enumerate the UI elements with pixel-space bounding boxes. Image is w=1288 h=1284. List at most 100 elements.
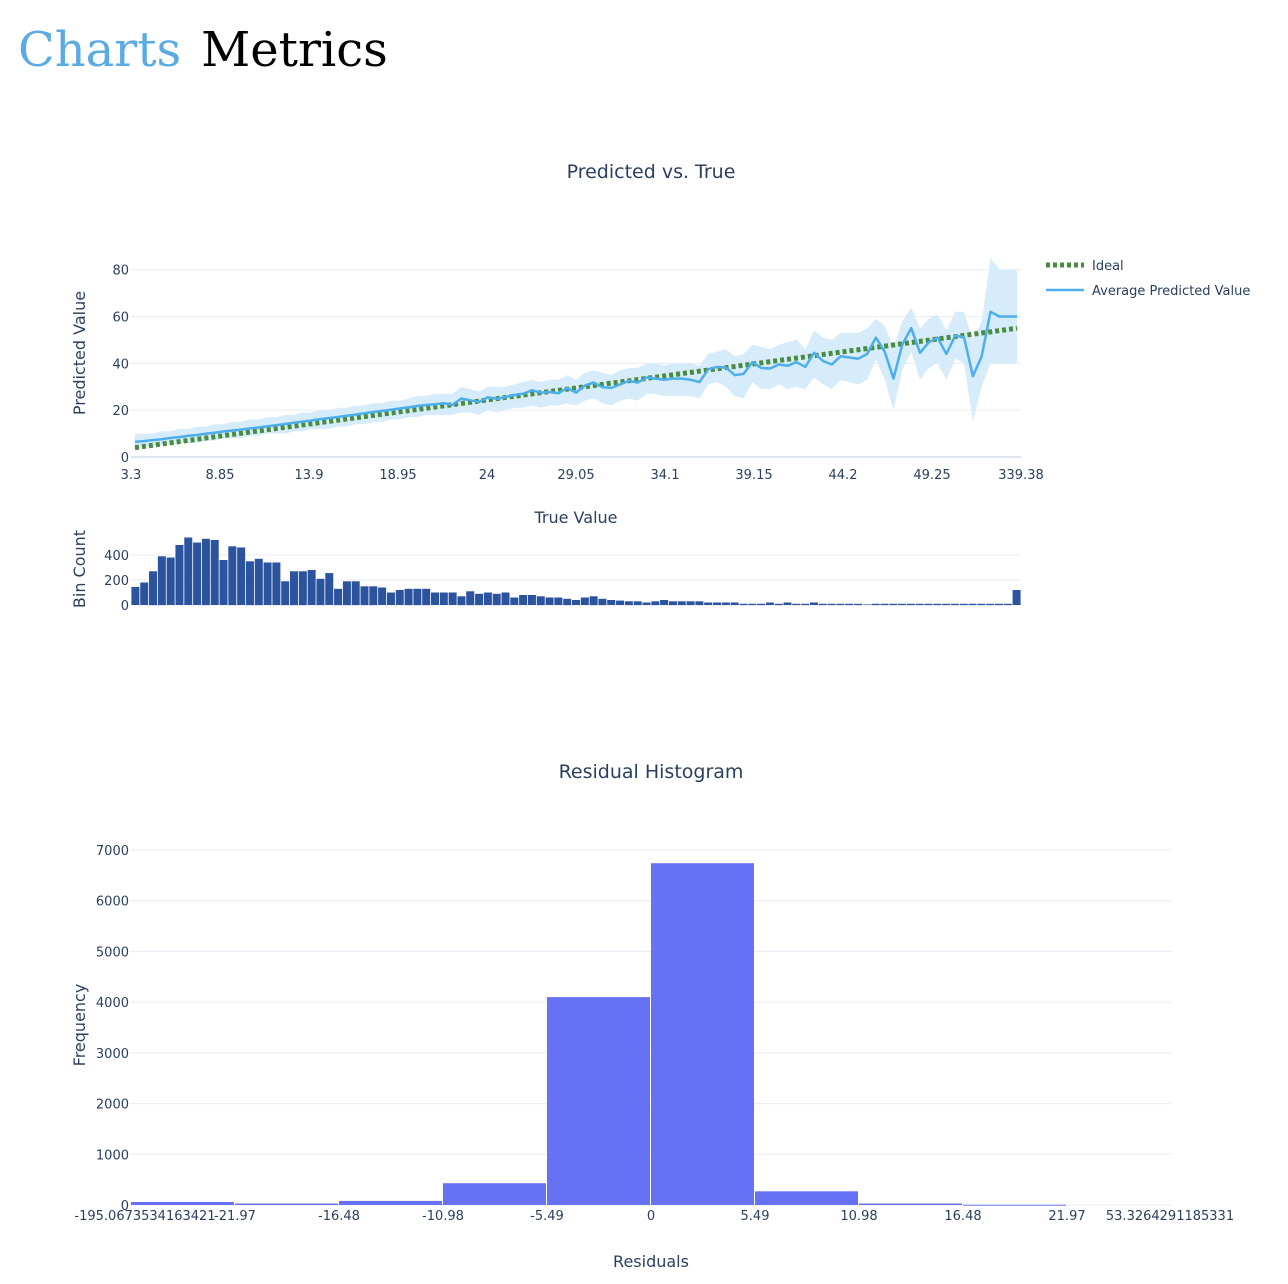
bin-bar [721, 602, 730, 605]
residual-bar [443, 1183, 546, 1205]
bin-bar [704, 602, 713, 605]
bin-bar [950, 603, 959, 606]
pred-x-tick: 18.95 [379, 468, 416, 483]
bin-bar [483, 592, 492, 605]
bin-y-axis-label: Bin Count [70, 530, 89, 608]
bin-bar [404, 588, 413, 606]
bin-bar [607, 600, 616, 605]
res-y-tick: 1000 [96, 1148, 129, 1163]
pred-x-tick: 24 [479, 468, 496, 483]
residual-bar [651, 863, 754, 1205]
bin-bar [254, 558, 263, 606]
bin-bar [906, 603, 915, 606]
bin-bar [193, 542, 202, 605]
bin-bar [977, 603, 986, 606]
bin-bar [801, 603, 810, 606]
bin-bar [994, 603, 1003, 606]
bin-bar [263, 562, 272, 605]
legend-label-average[interactable]: Average Predicted Value [1092, 284, 1250, 299]
bin-bar [448, 592, 457, 605]
bin-bar [774, 603, 783, 606]
pred-x-tick: 13.9 [295, 468, 324, 483]
bin-bar [501, 592, 510, 605]
bin-bar [651, 601, 660, 606]
bin-y-tick: 0 [121, 599, 129, 614]
bin-bar [131, 586, 140, 605]
bin-bar [201, 538, 210, 606]
bin-bar [616, 600, 625, 605]
bin-bar [712, 602, 721, 605]
bin-bar [237, 547, 246, 605]
bin-bar [571, 600, 580, 605]
pred-x-tick-labels: 3.3 8.85 13.9 18.95 24 29.05 34.1 39.15 44.2 49.2… [121, 468, 1044, 483]
bin-bar [272, 562, 281, 605]
bin-bar [422, 588, 431, 606]
res-x-tick: 10.98 [840, 1209, 877, 1224]
bin-bar [889, 603, 898, 606]
bin-bar [642, 602, 651, 605]
bin-bar [228, 546, 237, 606]
bin-bar [325, 573, 334, 605]
bin-bar [757, 603, 766, 606]
bin-bar [624, 601, 633, 606]
bin-bar [466, 591, 475, 606]
bin-bar [334, 588, 343, 606]
bin-bar [395, 590, 404, 605]
bin-bar [853, 603, 862, 606]
bin-y-tick-labels: 0 200 400 [104, 549, 129, 614]
bin-bar [598, 598, 607, 606]
res-x-tick: 53.3264291185331 [1106, 1209, 1234, 1224]
bin-bar [342, 581, 351, 606]
bin-bar [933, 603, 942, 606]
bin-bar [580, 597, 589, 605]
bin-bar [1012, 590, 1021, 605]
res-y-tick: 6000 [96, 895, 129, 910]
pred-x-tick: 29.05 [557, 468, 594, 483]
bin-bar [166, 557, 175, 605]
bin-bar [862, 604, 871, 605]
bin-bar [898, 603, 907, 606]
pred-y-tick: 20 [112, 404, 129, 419]
res-y-axis-label: Frequency [70, 984, 89, 1067]
res-x-tick: -10.98 [422, 1209, 464, 1224]
bin-bar [765, 602, 774, 605]
residual-bar [235, 1203, 338, 1205]
bin-bar [369, 586, 378, 606]
bin-bar [149, 571, 158, 606]
residual-bar [339, 1200, 442, 1205]
bin-bar [298, 571, 307, 606]
pred-plot-area [134, 258, 1018, 451]
bin-bar [457, 596, 466, 606]
pred-x-tick: 49.25 [913, 468, 950, 483]
legend-label-ideal[interactable]: Ideal [1092, 259, 1124, 274]
chart-title-pred-vs-true: Predicted vs. True [567, 161, 736, 183]
residual-bar [131, 1202, 234, 1205]
pred-x-tick: 34.1 [651, 468, 680, 483]
res-x-tick: -5.49 [530, 1209, 564, 1224]
bin-y-tick: 200 [104, 574, 129, 589]
bin-bar [431, 592, 440, 605]
bin-bar [809, 602, 818, 605]
bin-bar [563, 598, 572, 606]
bin-bar [536, 596, 545, 606]
bin-bar [475, 593, 484, 606]
bin-bar [307, 570, 316, 605]
bin-bar [880, 603, 889, 606]
bin-bar [439, 592, 448, 605]
bin-bar [986, 603, 995, 606]
bin-bar [792, 603, 801, 606]
res-x-tick: 16.48 [944, 1209, 981, 1224]
pred-y-tick: 80 [112, 264, 129, 279]
bin-bar [290, 571, 299, 606]
bin-bar [730, 602, 739, 605]
bin-bar [184, 537, 193, 605]
legend: Ideal Average Predicted Value [1046, 259, 1250, 299]
bin-bar [668, 601, 677, 606]
res-y-tick: 5000 [96, 945, 129, 960]
residual-bar [755, 1191, 858, 1205]
bin-bar [1003, 603, 1012, 606]
pred-x-tick: 3.3 [121, 468, 142, 483]
res-x-tick: 0 [647, 1209, 655, 1224]
bin-bar [924, 603, 933, 606]
bin-bar [836, 603, 845, 606]
